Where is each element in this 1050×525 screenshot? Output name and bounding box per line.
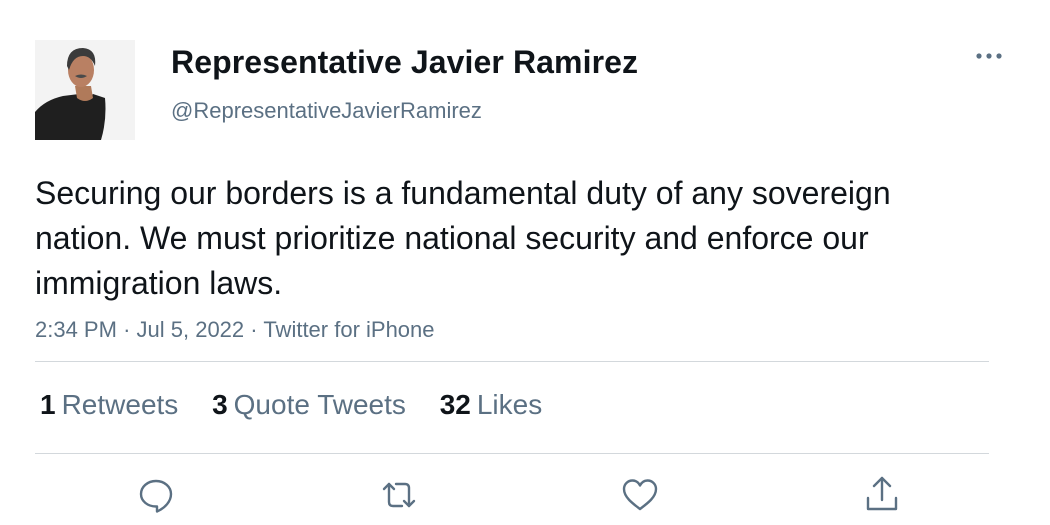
quotes-label: Quote Tweets <box>233 389 406 420</box>
reply-button[interactable] <box>134 473 178 517</box>
tweet-card: Representative Javier Ramirez @Represent… <box>0 0 1050 525</box>
retweet-button[interactable] <box>377 473 421 517</box>
share-icon <box>866 476 898 511</box>
author-handle[interactable]: @RepresentativeJavierRamirez <box>171 98 482 124</box>
quote-tweets-stat[interactable]: 3 Quote Tweets <box>212 389 406 421</box>
tweet-date[interactable]: Jul 5, 2022 <box>137 317 245 342</box>
divider <box>35 361 989 362</box>
more-horizontal-icon <box>976 53 1002 59</box>
share-button[interactable] <box>860 473 904 517</box>
tweet-time[interactable]: 2:34 PM <box>35 317 117 342</box>
likes-stat[interactable]: 32 Likes <box>440 389 543 421</box>
reply-icon <box>139 479 173 513</box>
meta-separator: · <box>250 317 258 342</box>
retweets-stat[interactable]: 1 Retweets <box>40 389 178 421</box>
tweet-metadata: 2:34 PM · Jul 5, 2022 · Twitter for iPho… <box>35 317 435 343</box>
tweet-text: Securing our borders is a fundamental du… <box>35 175 891 301</box>
engagement-stats: 1 Retweets 3 Quote Tweets 32 Likes <box>40 389 568 421</box>
profile-photo <box>35 40 135 140</box>
likes-count: 32 <box>439 389 471 420</box>
retweet-icon <box>382 482 416 508</box>
like-button[interactable] <box>618 473 662 517</box>
likes-label: Likes <box>476 389 543 420</box>
author-display-name[interactable]: Representative Javier Ramirez <box>171 44 638 81</box>
quotes-count: 3 <box>212 389 228 420</box>
heart-icon <box>622 479 658 511</box>
meta-separator: · <box>123 317 131 342</box>
tweet-source[interactable]: Twitter for iPhone <box>263 317 434 342</box>
more-options-button[interactable] <box>970 42 1008 70</box>
retweets-label: Retweets <box>61 389 179 420</box>
avatar[interactable] <box>35 40 135 140</box>
divider <box>35 453 989 454</box>
retweets-count: 1 <box>40 389 56 420</box>
